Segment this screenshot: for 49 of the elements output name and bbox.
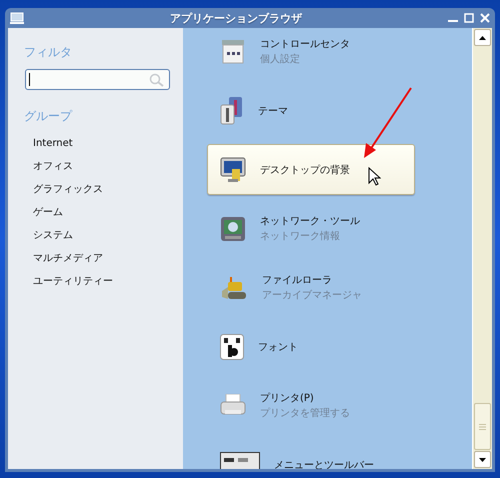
app-item[interactable]: プリンタ(P) プリンタを管理する	[207, 380, 415, 431]
shirts-icon	[220, 96, 244, 124]
group-item[interactable]: グラフィックス	[33, 178, 183, 201]
app-item[interactable]: ファイルローラ アーカイブマネージャ	[207, 262, 415, 313]
monitor-brush-icon	[220, 156, 246, 182]
app-name: テーマ	[258, 104, 288, 118]
down-arrow-icon	[479, 458, 486, 462]
bulldozer-icon	[220, 274, 248, 300]
app-item[interactable]: フォント	[207, 321, 415, 372]
control-panel-icon	[220, 40, 246, 64]
app-name: メニューとツールバー	[274, 458, 374, 469]
app-item[interactable]: テーマ	[207, 85, 415, 136]
app-item[interactable]: デスクトップの背景	[207, 144, 415, 195]
scroll-thumb[interactable]	[474, 403, 491, 450]
computer-icon	[10, 12, 24, 24]
app-name: デスクトップの背景	[260, 164, 350, 176]
group-item[interactable]: システム	[33, 224, 183, 247]
scroll-down-button[interactable]	[474, 451, 491, 468]
scroll-up-button[interactable]	[474, 29, 491, 46]
scrollbar[interactable]	[472, 28, 492, 469]
monitor-globe-icon	[220, 216, 246, 242]
app-item[interactable]: メニューとツールバー	[207, 439, 415, 469]
filter-label: フィルタ	[24, 44, 73, 61]
app-item[interactable]: ネットワーク・ツール ネットワーク情報	[207, 203, 415, 254]
app-name: フォント	[258, 340, 298, 354]
group-item[interactable]: オフィス	[33, 155, 183, 178]
app-name: コントロールセンタ	[260, 38, 350, 51]
app-name: ファイルローラ	[262, 274, 333, 287]
app-description: プリンタを管理する	[260, 406, 350, 420]
app-description: アーカイブマネージャ	[262, 288, 362, 302]
printer-icon	[220, 394, 246, 418]
app-name: プリンタ(P)	[260, 392, 315, 405]
app-name: ネットワーク・ツール	[260, 215, 360, 228]
grip-icon	[479, 424, 486, 430]
group-item[interactable]: ゲーム	[33, 201, 183, 224]
group-label: グループ	[24, 108, 74, 125]
app-item[interactable]: コントロールセンタ 個人設定	[207, 28, 415, 77]
group-item[interactable]: マルチメディア	[33, 247, 183, 270]
group-item[interactable]: Internet	[33, 132, 183, 155]
mouse-cursor-icon	[368, 167, 381, 186]
maximize-icon[interactable]	[464, 13, 474, 23]
app-description: 個人設定	[260, 52, 301, 66]
search-field[interactable]	[25, 69, 170, 90]
group-item[interactable]: ユーティリティー	[33, 270, 183, 293]
up-arrow-icon	[479, 36, 486, 40]
close-icon[interactable]	[480, 13, 490, 23]
search-icon	[149, 72, 165, 86]
app-description: ネットワーク情報	[260, 230, 341, 243]
window-title: アプリケーションブラウザ	[169, 10, 304, 26]
